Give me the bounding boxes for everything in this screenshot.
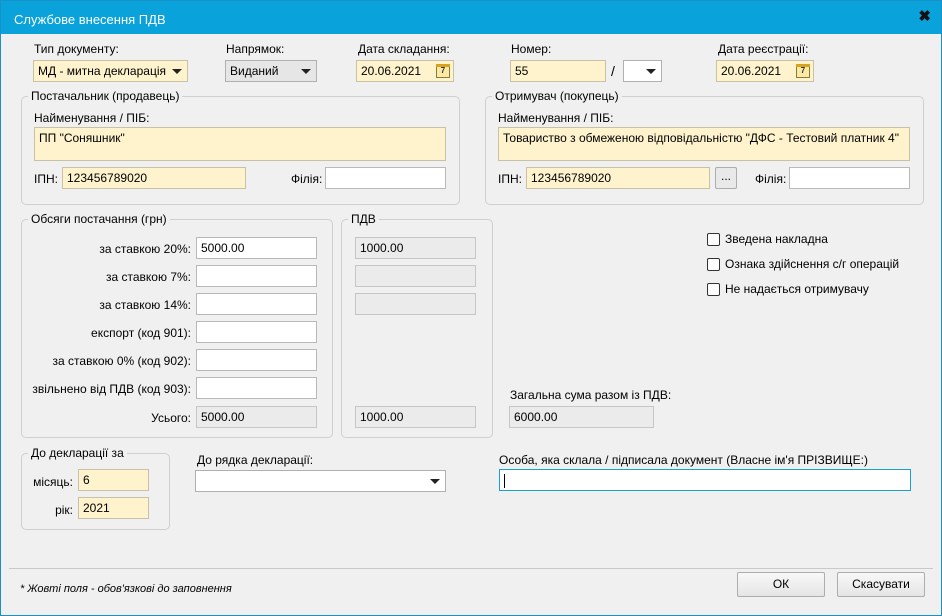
date-registered-value: 20.06.2021 [721, 64, 782, 78]
month-field[interactable]: 6 [78, 469, 149, 491]
supplier-inn-field[interactable]: 123456789020 [62, 167, 246, 189]
recipient-lookup-button[interactable]: ... [715, 167, 737, 189]
number-separator: / [611, 63, 615, 79]
title-bar: Службове внесення ПДВ ✖ [1, 1, 941, 34]
checkbox-box[interactable] [707, 282, 720, 296]
exempt-903-label: звільнено від ПДВ (код 903): [32, 382, 191, 396]
rate20-label: за ставкою 20%: [99, 242, 191, 256]
checkbox-box[interactable] [707, 232, 720, 246]
vat20-field: 1000.00 [355, 237, 476, 259]
signer-field[interactable] [499, 469, 911, 491]
doc-type-label: Тип документу: [34, 42, 119, 56]
close-icon[interactable]: ✖ [918, 9, 931, 24]
supplier-legend: Постачальник (продавець) [28, 89, 183, 103]
grand-total-field: 6000.00 [509, 406, 654, 428]
rate7-field[interactable] [196, 265, 317, 287]
year-label: рік: [55, 503, 73, 517]
doc-type-value: МД - митна декларація [38, 64, 166, 78]
not-issued-label: Не надається отримувачу [725, 282, 869, 296]
consolidated-invoice-label: Зведена накладна [725, 232, 828, 246]
signer-label: Особа, яка склала / підписала документ (… [499, 453, 868, 467]
vat14-field [355, 293, 476, 315]
exempt-903-field[interactable] [196, 377, 317, 399]
date-compiled-label: Дата складання: [358, 42, 450, 56]
export-901-label: експорт (код 901): [91, 326, 191, 340]
volumes-total-value: 5000.00 [201, 410, 245, 424]
date-compiled-field[interactable]: 20.06.2021 7 [356, 60, 454, 82]
year-field[interactable]: 2021 [78, 497, 149, 519]
recipient-name-label: Найменування / ПІБ: [498, 111, 614, 125]
declaration-legend: До декларації за [28, 446, 127, 460]
supplier-branch-label: Філія: [291, 172, 323, 186]
recipient-name-value: Товариство з обмеженою відповідальністю … [503, 131, 899, 145]
doc-type-select[interactable]: МД - митна декларація [33, 60, 188, 82]
recipient-branch-label: Філія: [755, 172, 787, 186]
consolidated-invoice-checkbox[interactable]: Зведена накладна [707, 232, 828, 246]
date-registered-label: Дата реєстрації: [718, 42, 809, 56]
rate20-value: 5000.00 [201, 241, 245, 255]
vat-total-value: 1000.00 [360, 410, 404, 424]
number-value: 55 [515, 64, 529, 78]
month-value: 6 [83, 473, 90, 487]
number-field[interactable]: 55 [510, 60, 606, 82]
vat-legend: ПДВ [348, 212, 379, 226]
supplier-name-value: ПП "Соняшник" [39, 131, 125, 145]
recipient-inn-field[interactable]: 123456789020 [526, 167, 710, 189]
chevron-down-icon [301, 69, 311, 74]
direction-select[interactable]: Виданий [225, 60, 317, 82]
vat-total-field: 1000.00 [355, 406, 476, 428]
calendar-icon[interactable]: 7 [796, 64, 810, 78]
date-compiled-value: 20.06.2021 [361, 64, 422, 78]
supplier-name-label: Найменування / ПІБ: [34, 111, 150, 125]
direction-label: Напрямок: [226, 42, 285, 56]
declaration-row-select[interactable] [195, 470, 446, 492]
rate14-label: за ставкою 14%: [99, 298, 191, 312]
agri-operations-label: Ознака здійснення с/г операцій [725, 257, 900, 271]
cancel-button[interactable]: Скасувати [837, 572, 925, 597]
number-suffix-select[interactable] [623, 60, 662, 82]
required-fields-note: * Жовті поля - обов'язкові до заповнення [20, 583, 232, 595]
volumes-total-label: Усього: [151, 411, 191, 425]
volumes-total-field: 5000.00 [196, 406, 317, 428]
supplier-inn-label: ІПН: [34, 172, 58, 186]
date-registered-field[interactable]: 20.06.2021 7 [716, 60, 814, 82]
recipient-name-field[interactable]: Товариство з обмеженою відповідальністю … [498, 127, 910, 161]
rate20-field[interactable]: 5000.00 [196, 237, 317, 259]
chevron-down-icon [430, 479, 440, 484]
declaration-row-label: До рядка декларації: [197, 453, 314, 467]
grand-total-label: Загальна сума разом із ПДВ: [510, 388, 672, 402]
number-label: Номер: [511, 42, 552, 56]
recipient-inn-label: ІПН: [498, 172, 522, 186]
volumes-legend: Обсяги постачання (грн) [28, 212, 170, 226]
supplier-inn-value: 123456789020 [67, 171, 148, 185]
rate0-902-field[interactable] [196, 349, 317, 371]
rate0-902-label: за ставкою 0% (код 902): [52, 354, 191, 368]
text-caret [504, 473, 505, 488]
supplier-branch-field[interactable] [325, 167, 446, 189]
checkbox-box[interactable] [707, 257, 720, 271]
direction-value: Виданий [230, 64, 279, 78]
rate14-field[interactable] [196, 293, 317, 315]
grand-total-value: 6000.00 [514, 410, 558, 424]
not-issued-checkbox[interactable]: Не надається отримувачу [707, 282, 869, 296]
agri-operations-checkbox[interactable]: Ознака здійснення с/г операцій [707, 257, 899, 271]
calendar-icon[interactable]: 7 [436, 64, 450, 78]
chevron-down-icon [646, 69, 656, 74]
month-label: місяць: [33, 475, 73, 489]
year-value: 2021 [83, 501, 110, 515]
vat20-value: 1000.00 [360, 241, 404, 255]
vat7-field [355, 265, 476, 287]
recipient-branch-field[interactable] [789, 167, 910, 189]
chevron-down-icon [172, 69, 182, 74]
supplier-name-field[interactable]: ПП "Соняшник" [34, 127, 446, 161]
dialog-window: Службове внесення ПДВ ✖ Тип документу: М… [0, 0, 942, 616]
recipient-inn-value: 123456789020 [531, 171, 612, 185]
rate7-label: за ставкою 7%: [106, 270, 191, 284]
dialog-title: Службове внесення ПДВ [14, 12, 166, 27]
footer-divider [9, 568, 933, 569]
ok-button[interactable]: ОК [737, 572, 825, 597]
recipient-legend: Отримувач (покупець) [492, 89, 622, 103]
export-901-field[interactable] [196, 321, 317, 343]
